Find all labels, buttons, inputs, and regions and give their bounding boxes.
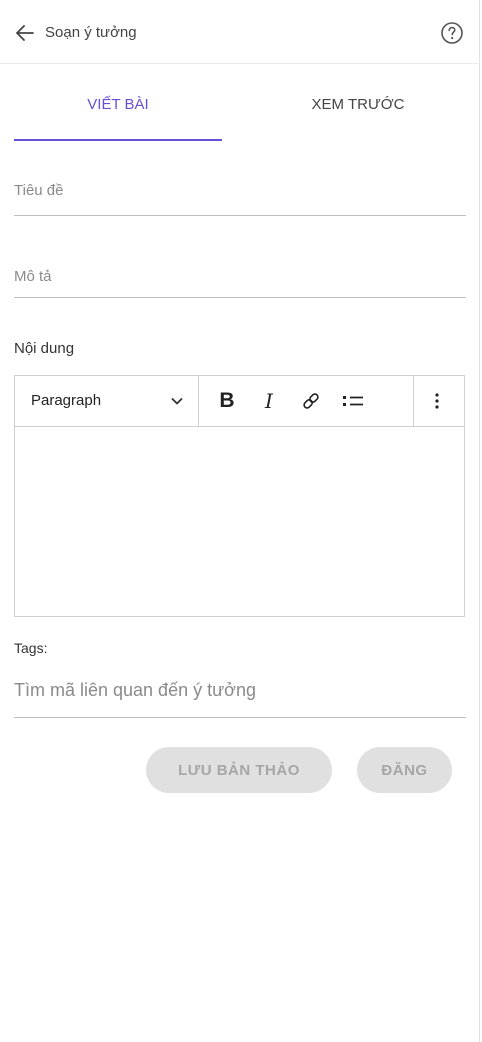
compose-idea-screen: Soạn ý tưởng VIẾT BÀI XEM TRƯỚC Nội dung… [0, 0, 480, 1042]
save-draft-button[interactable]: LƯU BẢN THẢO [146, 747, 332, 793]
app-header: Soạn ý tưởng [0, 0, 480, 64]
content-label: Nội dung [14, 340, 75, 357]
tags-search-input[interactable] [14, 672, 466, 708]
title-field [14, 176, 466, 216]
title-input[interactable] [14, 176, 466, 204]
help-button[interactable] [440, 21, 464, 45]
description-input[interactable] [14, 262, 466, 290]
editor-content-area[interactable] [15, 427, 464, 616]
link-icon [303, 393, 319, 409]
paragraph-format-value: Paragraph [31, 392, 102, 409]
paragraph-format-select[interactable]: Paragraph [15, 376, 199, 426]
bulleted-list-icon [343, 396, 363, 406]
link-button[interactable] [296, 386, 326, 416]
active-tab-indicator [14, 139, 222, 141]
bold-icon: B [219, 389, 235, 412]
italic-button[interactable]: I [254, 386, 284, 416]
help-circle-icon [441, 22, 463, 44]
page-title: Soạn ý tưởng [45, 24, 137, 41]
toolbar-separator [413, 376, 414, 426]
bold-button[interactable]: B [212, 386, 242, 416]
chevron-down-icon [171, 398, 183, 405]
bulleted-list-button[interactable] [338, 386, 368, 416]
back-button[interactable] [14, 22, 36, 44]
rich-text-editor: Paragraph B I [14, 375, 465, 617]
italic-icon: I [265, 389, 273, 413]
tab-preview[interactable]: XEM TRƯỚC [240, 96, 476, 142]
more-options-button[interactable] [422, 386, 452, 416]
editor-tabs: VIẾT BÀI XEM TRƯỚC [0, 96, 480, 142]
tab-write[interactable]: VIẾT BÀI [14, 96, 222, 142]
more-vertical-icon [435, 393, 439, 409]
arrow-left-icon [16, 25, 34, 41]
post-button[interactable]: ĐĂNG [357, 747, 452, 793]
description-field [14, 262, 466, 298]
editor-toolbar: Paragraph B I [15, 376, 464, 427]
tags-label: Tags: [14, 640, 48, 656]
tags-field [14, 672, 466, 718]
